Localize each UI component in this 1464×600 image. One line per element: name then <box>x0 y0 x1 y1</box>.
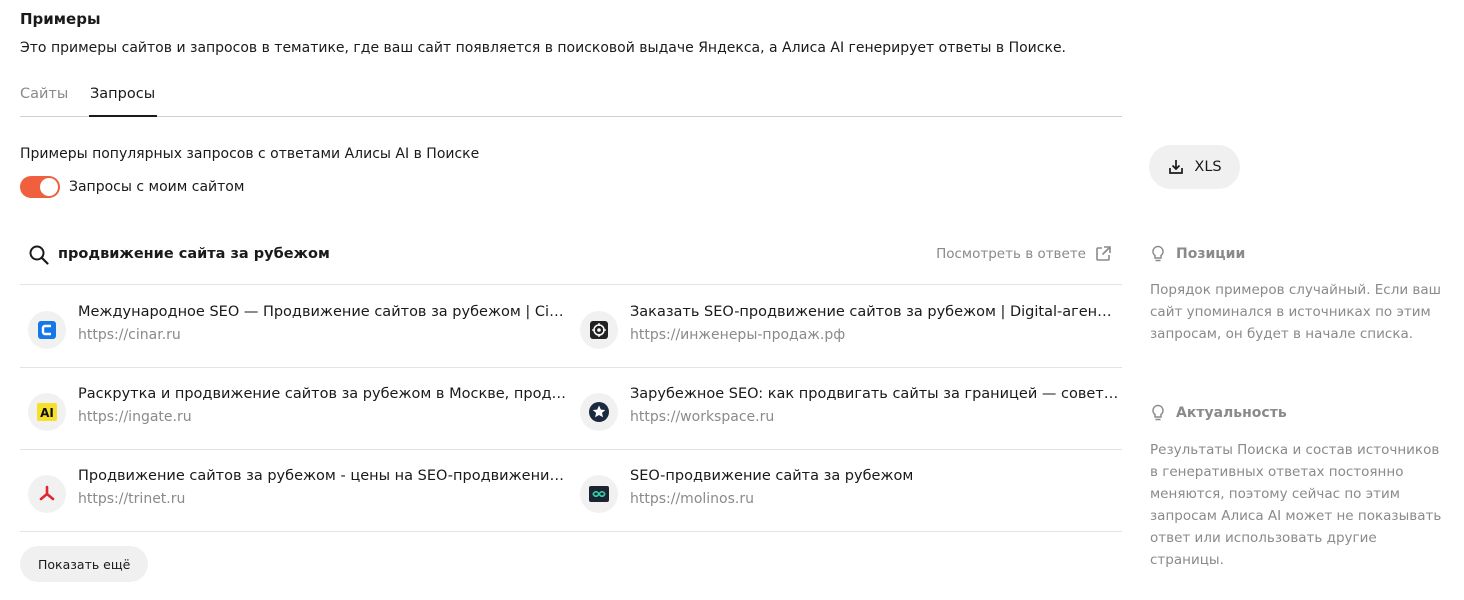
section-title: Примеры <box>20 10 101 28</box>
toggle-knob <box>40 178 58 196</box>
molinos-logo-icon <box>580 475 618 513</box>
result-item[interactable]: Зарубежное SEO: как продвигать сайты за … <box>580 386 1120 436</box>
result-url: https://инженеры-продаж.рф <box>630 327 846 343</box>
export-label: XLS <box>1194 159 1222 175</box>
relevance-heading: Актуальность <box>1150 404 1287 422</box>
star-logo-icon <box>580 393 618 431</box>
result-item[interactable]: SEO-продвижение сайта за рубежом https:/… <box>580 468 1120 518</box>
download-icon <box>1169 160 1184 174</box>
query-text: продвижение сайта за рубежом <box>58 246 330 262</box>
result-title[interactable]: Продвижение сайтов за рубежом - цены на … <box>78 468 568 484</box>
cinar-logo-icon <box>28 311 66 349</box>
export-xls-button[interactable]: XLS <box>1149 145 1240 189</box>
result-url: https://trinet.ru <box>78 491 186 507</box>
external-link-icon <box>1096 246 1111 261</box>
result-title[interactable]: Раскрутка и продвижение сайтов за рубежо… <box>78 386 568 402</box>
my-site-toggle[interactable] <box>20 176 60 198</box>
queries-subtitle: Примеры популярных запросов с ответами А… <box>20 146 480 162</box>
ingate-logo-icon: AI <box>28 393 66 431</box>
result-title[interactable]: SEO-продвижение сайта за рубежом <box>630 468 1120 484</box>
trinet-logo-icon <box>28 475 66 513</box>
result-item[interactable]: Международное SEO — Продвижение сайтов з… <box>28 304 568 354</box>
query-header: продвижение сайта за рубежом Посмотреть … <box>20 230 1122 285</box>
section-description: Это примеры сайтов и запросов в тематике… <box>20 40 1067 56</box>
result-url: https://molinos.ru <box>630 491 754 507</box>
lightbulb-icon <box>1152 245 1164 262</box>
active-tab-indicator <box>89 115 157 117</box>
result-title[interactable]: Международное SEO — Продвижение сайтов з… <box>78 304 568 320</box>
result-item[interactable]: Продвижение сайтов за рубежом - цены на … <box>28 468 568 518</box>
show-more-button[interactable]: Показать ещё <box>20 546 149 582</box>
my-site-toggle-row: Запросы с моим сайтом <box>20 176 244 198</box>
result-item[interactable]: Заказать SEO-продвижение сайтов за рубеж… <box>580 304 1120 354</box>
relevance-heading-text: Актуальность <box>1176 405 1287 421</box>
toggle-label: Запросы с моим сайтом <box>69 179 245 195</box>
positions-heading-text: Позиции <box>1176 246 1246 262</box>
relevance-text: Результаты Поиска и состав источников в … <box>1150 442 1442 568</box>
result-url: https://cinar.ru <box>78 327 181 343</box>
tab-sites[interactable]: Сайты <box>20 86 68 102</box>
view-in-answer-label: Посмотреть в ответе <box>936 246 1086 262</box>
result-item[interactable]: AI Раскрутка и продвижение сайтов за руб… <box>28 386 568 436</box>
result-url: https://workspace.ru <box>630 409 775 425</box>
search-icon <box>29 245 49 265</box>
result-url: https://ingate.ru <box>78 409 192 425</box>
result-title[interactable]: Заказать SEO-продвижение сайтов за рубеж… <box>630 304 1120 320</box>
results-row: Международное SEO — Продвижение сайтов з… <box>20 286 1122 368</box>
tab-queries[interactable]: Запросы <box>90 86 155 115</box>
results-row: Продвижение сайтов за рубежом - цены на … <box>20 450 1122 532</box>
result-title[interactable]: Зарубежное SEO: как продвигать сайты за … <box>630 386 1120 402</box>
positions-heading: Позиции <box>1150 245 1245 263</box>
positions-text: Порядок примеров случайный. Если ваш сай… <box>1150 282 1442 342</box>
svg-text:AI: AI <box>40 406 54 420</box>
results-row: AI Раскрутка и продвижение сайтов за руб… <box>20 368 1122 450</box>
view-in-answer-link[interactable]: Посмотреть в ответе <box>936 245 1112 263</box>
target-logo-icon <box>580 311 618 349</box>
tab-bar: Сайты Запросы <box>20 78 1122 117</box>
lightbulb-icon <box>1152 404 1164 421</box>
